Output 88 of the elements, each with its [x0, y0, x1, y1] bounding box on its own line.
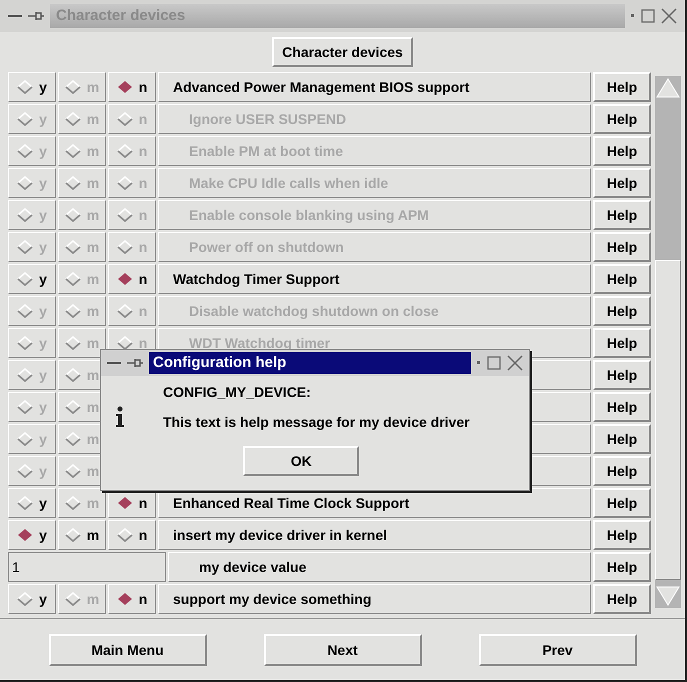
radio-icon [116, 496, 133, 510]
help-message: This text is help message for my device driver [163, 414, 470, 430]
option-label: Disable watchdog shutdown on close [189, 303, 439, 319]
option-label: support my device something [173, 591, 372, 607]
radio-icon [64, 208, 81, 222]
radio-icon [116, 112, 133, 126]
option-label: Enable console blanking using APM [189, 207, 429, 223]
radio-icon [17, 144, 34, 158]
info-icon [115, 406, 125, 428]
radio-icon [17, 240, 34, 254]
maximize-icon[interactable] [487, 356, 501, 370]
radio-icon [17, 464, 34, 478]
radio-icon [116, 176, 133, 190]
maximize-icon[interactable] [641, 9, 655, 23]
radio-icon [64, 240, 81, 254]
radio-icon [116, 304, 133, 318]
scroll-thumb[interactable] [655, 260, 681, 580]
close-icon[interactable] [507, 355, 523, 371]
radio-icon [17, 80, 34, 94]
radio-icon [64, 144, 81, 158]
radio-icon [116, 272, 133, 286]
help-button[interactable]: Help [593, 72, 651, 102]
config-name: CONFIG_MY_DEVICE: [163, 384, 312, 400]
radio-icon [64, 432, 81, 446]
help-button[interactable]: Help [593, 392, 651, 422]
radio-icon [64, 80, 81, 94]
radio-icon [64, 528, 81, 542]
radio-icon [17, 112, 34, 126]
radio-icon [17, 336, 34, 350]
input-field[interactable]: 1 [8, 552, 166, 582]
radio-icon [116, 528, 133, 542]
radio-icon [64, 272, 81, 286]
option-label: Power off on shutdown [189, 239, 344, 255]
radio-icon [17, 272, 34, 286]
ok-button[interactable]: OK [243, 446, 360, 476]
radio-icon [17, 208, 34, 222]
option-label: Advanced Power Management BIOS support [173, 79, 470, 95]
nav-button[interactable]: Next [264, 634, 422, 666]
scrollbar[interactable] [655, 76, 681, 608]
radio-icon [64, 592, 81, 606]
radio-icon [116, 592, 133, 606]
radio-icon [64, 304, 81, 318]
radio-icon [116, 240, 133, 254]
radio-icon [17, 176, 34, 190]
section-button[interactable]: Character devices [272, 37, 413, 67]
option-label: Enhanced Real Time Clock Support [173, 495, 410, 511]
help-button[interactable]: Help [593, 264, 651, 294]
radio-icon [64, 464, 81, 478]
option-label: Ignore USER SUSPEND [189, 111, 346, 127]
help-button[interactable]: Help [593, 584, 651, 614]
radio-icon [64, 112, 81, 126]
option-label: WDT Watchdog timer [189, 335, 330, 351]
radio-icon [64, 368, 81, 382]
help-button[interactable]: Help [593, 520, 651, 550]
help-button[interactable]: Help [593, 552, 651, 582]
radio-icon [17, 304, 34, 318]
radio-icon [64, 400, 81, 414]
dialog-title: Configuration help [149, 352, 471, 374]
radio-icon [64, 336, 81, 350]
close-icon[interactable] [661, 8, 677, 24]
scroll-down-icon[interactable] [655, 584, 681, 608]
help-button[interactable]: Help [593, 488, 651, 518]
option-label: insert my device driver in kernel [173, 527, 387, 543]
radio-icon [116, 208, 133, 222]
radio-icon [17, 368, 34, 382]
help-button[interactable]: Help [593, 360, 651, 390]
help-button[interactable]: Help [593, 456, 651, 486]
radio-icon [17, 496, 34, 510]
radio-icon [64, 496, 81, 510]
radio-icon [17, 432, 34, 446]
pin-icon[interactable] [28, 10, 44, 22]
option-label: Watchdog Timer Support [173, 271, 340, 287]
scroll-up-icon[interactable] [655, 76, 681, 100]
radio-icon [17, 592, 34, 606]
radio-icon [116, 80, 133, 94]
radio-icon [17, 400, 34, 414]
minimize-icon[interactable] [8, 14, 22, 18]
radio-icon [17, 528, 34, 542]
radio-icon [64, 176, 81, 190]
pin-icon[interactable] [127, 357, 143, 369]
option-label: Enable PM at boot time [189, 143, 344, 159]
nav-button[interactable]: Main Menu [48, 634, 206, 666]
option-label: my device value [199, 559, 306, 575]
nav-button[interactable]: Prev [478, 634, 636, 666]
option-label: Make CPU Idle calls when idle [189, 175, 388, 191]
help-button[interactable]: Help [593, 424, 651, 454]
minimize-icon[interactable] [107, 361, 121, 365]
radio-icon [116, 144, 133, 158]
